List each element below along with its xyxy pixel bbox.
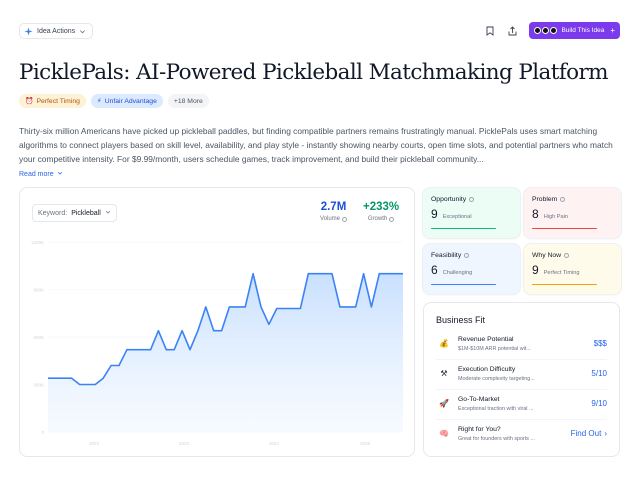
- business-fit-title: Business Fit: [436, 315, 486, 325]
- metric-bar: [532, 227, 597, 229]
- row-sub: Moderate complexity targeting...: [458, 375, 535, 382]
- metric-title: Feasibility: [431, 252, 462, 259]
- x-tick-label: 2023: [179, 441, 190, 446]
- metric-bar: [431, 227, 496, 229]
- plus-icon: +: [610, 26, 615, 35]
- info-icon[interactable]: [564, 253, 570, 258]
- problem-card[interactable]: Problem 8 High Pain: [524, 188, 621, 238]
- volume-stat: 2.7M Volume: [320, 201, 348, 222]
- trend-chart: 0 300K 600K 900K 1200K 2022 2023 2024 2025: [31, 240, 403, 446]
- chevron-down-icon: [79, 28, 86, 35]
- info-icon[interactable]: [469, 197, 475, 202]
- tag-label: Perfect Timing: [36, 97, 80, 105]
- chevron-down-icon: [105, 209, 111, 217]
- feasibility-card[interactable]: Feasibility 6 Challenging: [423, 244, 520, 294]
- trend-area: [48, 273, 403, 432]
- tag-unfair-advantage[interactable]: ⚡ Unfair Advantage: [90, 94, 163, 108]
- page-title: PicklePals: AI-Powered Pickleball Matchm…: [19, 60, 609, 85]
- metric-title: Why Now: [532, 252, 562, 259]
- info-icon[interactable]: [342, 216, 348, 222]
- row-sub: $1M-$10M ARR potential wit...: [458, 345, 531, 352]
- y-tick-label: 1200K: [31, 240, 44, 245]
- info-icon[interactable]: [389, 216, 395, 222]
- y-tick-label: 0: [41, 430, 44, 435]
- read-more-label: Read more: [19, 170, 54, 178]
- sparkle-icon: [24, 26, 33, 36]
- find-out-link[interactable]: Find Out ›: [571, 429, 607, 438]
- metric-sub: High Pain: [543, 214, 568, 220]
- lightning-icon: ⚡: [96, 98, 102, 105]
- right-for-you-row[interactable]: 🧠 Right for You? Great for founders with…: [436, 419, 607, 448]
- metric-title: Problem: [532, 196, 558, 203]
- tool-logos-icon: [534, 27, 558, 34]
- metric-bar: [431, 283, 496, 285]
- row-name: Right for You?: [458, 425, 501, 433]
- alarm-clock-icon: ⏰: [25, 98, 34, 105]
- build-this-idea-button[interactable]: Build This Idea +: [529, 22, 620, 39]
- info-icon[interactable]: [464, 253, 470, 258]
- growth-label: Growth: [367, 216, 388, 222]
- keyword-value: Pickleball: [71, 209, 101, 217]
- idea-actions-label: Idea Actions: [37, 27, 76, 35]
- row-sub: Exceptional traction with viral ...: [458, 405, 534, 412]
- y-tick-label: 900K: [33, 288, 44, 293]
- idea-description: Thirty-six million Americans have picked…: [19, 126, 613, 164]
- y-tick-label: 600K: [33, 335, 44, 340]
- keyword-select[interactable]: Keyword: Pickleball: [32, 204, 117, 222]
- row-value: 5/10: [591, 369, 607, 378]
- metric-score: 9: [431, 207, 438, 221]
- trend-chart-card: 0 300K 600K 900K 1200K 2022 2023 2024 2025 Keywo…: [19, 187, 415, 457]
- x-tick-label: 2024: [269, 441, 280, 446]
- build-label: Build This Idea: [561, 27, 605, 34]
- go-to-market-row[interactable]: 🚀 Go-To-Market Exceptional traction with…: [436, 389, 607, 418]
- x-tick-label: 2022: [89, 441, 100, 446]
- rocket-icon: 🚀: [439, 399, 449, 408]
- money-bag-icon: 💰: [439, 339, 449, 348]
- metric-sub: Exceptional: [442, 214, 472, 220]
- metric-score: 8: [532, 207, 539, 221]
- row-value: 9/10: [591, 399, 607, 408]
- metric-score: 6: [431, 263, 438, 277]
- tag-perfect-timing[interactable]: ⏰ Perfect Timing: [19, 94, 86, 108]
- tag-list: ⏰ Perfect Timing ⚡ Unfair Advantage +18 …: [19, 94, 209, 108]
- metric-bar: [532, 283, 597, 285]
- keyword-label: Keyword:: [38, 209, 68, 217]
- share-icon[interactable]: [506, 24, 519, 37]
- chevron-right-icon: ›: [604, 429, 607, 438]
- top-bar: Idea Actions Build This Idea +: [19, 22, 620, 40]
- tag-label: Unfair Advantage: [104, 97, 157, 105]
- metric-title: Opportunity: [431, 196, 467, 203]
- chevron-down-icon: [57, 170, 63, 178]
- metric-sub: Challenging: [442, 270, 473, 276]
- growth-stat: +233% Growth: [363, 201, 399, 222]
- y-tick-label: 300K: [33, 383, 44, 388]
- row-name: Execution Difficulty: [458, 365, 516, 373]
- idea-actions-dropdown[interactable]: Idea Actions: [19, 23, 94, 39]
- brain-icon: 🧠: [439, 429, 449, 438]
- row-value: Find Out: [570, 429, 602, 438]
- revenue-potential-row[interactable]: 💰 Revenue Potential $1M-$10M ARR potenti…: [436, 329, 607, 358]
- business-fit-card: Business Fit 💰 Revenue Potential $1M-$10…: [423, 302, 620, 457]
- read-more-link[interactable]: Read more: [19, 170, 63, 178]
- row-sub: Great for founders with sports ...: [458, 435, 535, 442]
- row-value: $$$: [593, 339, 607, 348]
- volume-value: 2.7M: [320, 201, 347, 213]
- metric-score: 9: [532, 263, 539, 277]
- bookmark-icon[interactable]: [483, 24, 496, 37]
- row-name: Go-To-Market: [458, 395, 500, 403]
- info-icon[interactable]: [560, 197, 566, 202]
- growth-value: +233%: [363, 201, 400, 213]
- metric-sub: Perfect Timing: [543, 270, 580, 276]
- x-tick-label: 2025: [360, 441, 371, 446]
- tag-more[interactable]: +18 More: [167, 94, 209, 108]
- volume-label: Volume: [320, 216, 341, 222]
- execution-difficulty-row[interactable]: ⚒ Execution Difficulty Moderate complexi…: [436, 359, 607, 388]
- row-name: Revenue Potential: [458, 335, 514, 343]
- why-now-card[interactable]: Why Now 9 Perfect Timing: [524, 244, 621, 294]
- hammer-pick-icon: ⚒: [440, 369, 448, 378]
- opportunity-card[interactable]: Opportunity 9 Exceptional: [423, 188, 520, 238]
